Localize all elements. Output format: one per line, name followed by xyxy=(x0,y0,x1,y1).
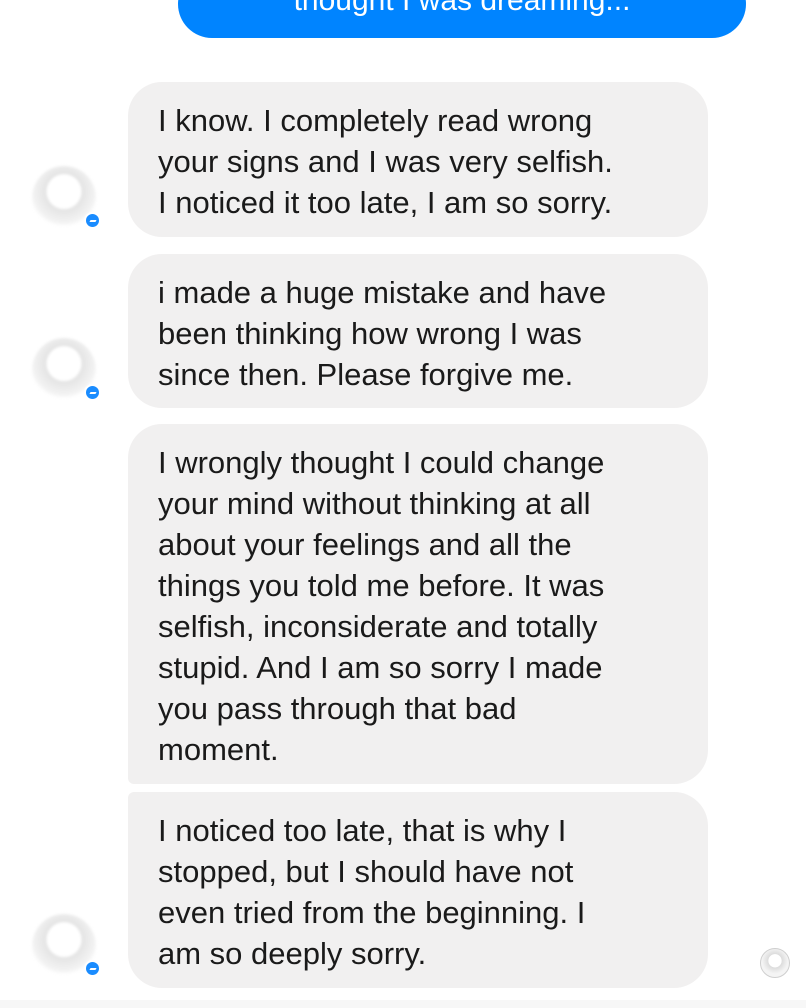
contact-avatar[interactable] xyxy=(32,914,101,982)
message-line: i made a huge mistake and have xyxy=(158,275,607,310)
messenger-badge-icon xyxy=(84,960,101,977)
message-line: moment. xyxy=(158,732,279,767)
message-line: I know. I completely read wrong xyxy=(158,103,593,138)
message-line: since then. Please forgive me. xyxy=(158,357,574,392)
contact-avatar[interactable] xyxy=(32,338,101,406)
message-line: am so deeply sorry. xyxy=(158,936,427,971)
message-line: selfish, inconsiderate and totally xyxy=(158,609,598,644)
message-thread[interactable]: thought I was dreaming... I know. I comp… xyxy=(0,0,806,1008)
read-receipt-avatar-icon xyxy=(760,948,790,978)
contact-avatar[interactable] xyxy=(32,166,101,234)
incoming-message-bubble[interactable]: i made a huge mistake and have been thin… xyxy=(128,254,708,408)
incoming-message-bubble[interactable]: I wrongly thought I could change your mi… xyxy=(128,424,708,784)
message-line: you pass through that bad xyxy=(158,691,517,726)
message-line: stupid. And I am so sorry I made xyxy=(158,650,603,685)
message-line: your mind without thinking at all xyxy=(158,486,591,521)
message-line: I noticed it too late, I am so sorry. xyxy=(158,185,613,220)
messenger-badge-icon xyxy=(84,384,101,401)
message-line: been thinking how wrong I was xyxy=(158,316,582,351)
message-line: I wrongly thought I could change xyxy=(158,445,605,480)
incoming-message-bubble[interactable]: I know. I completely read wrong your sig… xyxy=(128,82,708,237)
message-line: your signs and I was very selfish. xyxy=(158,144,613,179)
message-line: stopped, but I should have not xyxy=(158,854,574,889)
message-line: things you told me before. It was xyxy=(158,568,605,603)
outgoing-message-bubble[interactable]: thought I was dreaming... xyxy=(178,0,746,38)
message-line: even tried from the beginning. I xyxy=(158,895,586,930)
message-line: I noticed too late, that is why I xyxy=(158,813,567,848)
message-line: about your feelings and all the xyxy=(158,527,572,562)
thread-bottom-edge xyxy=(0,1000,806,1008)
messenger-badge-icon xyxy=(84,212,101,229)
outgoing-message-text: thought I was dreaming... xyxy=(293,0,631,17)
incoming-message-bubble[interactable]: I noticed too late, that is why I stoppe… xyxy=(128,792,708,988)
